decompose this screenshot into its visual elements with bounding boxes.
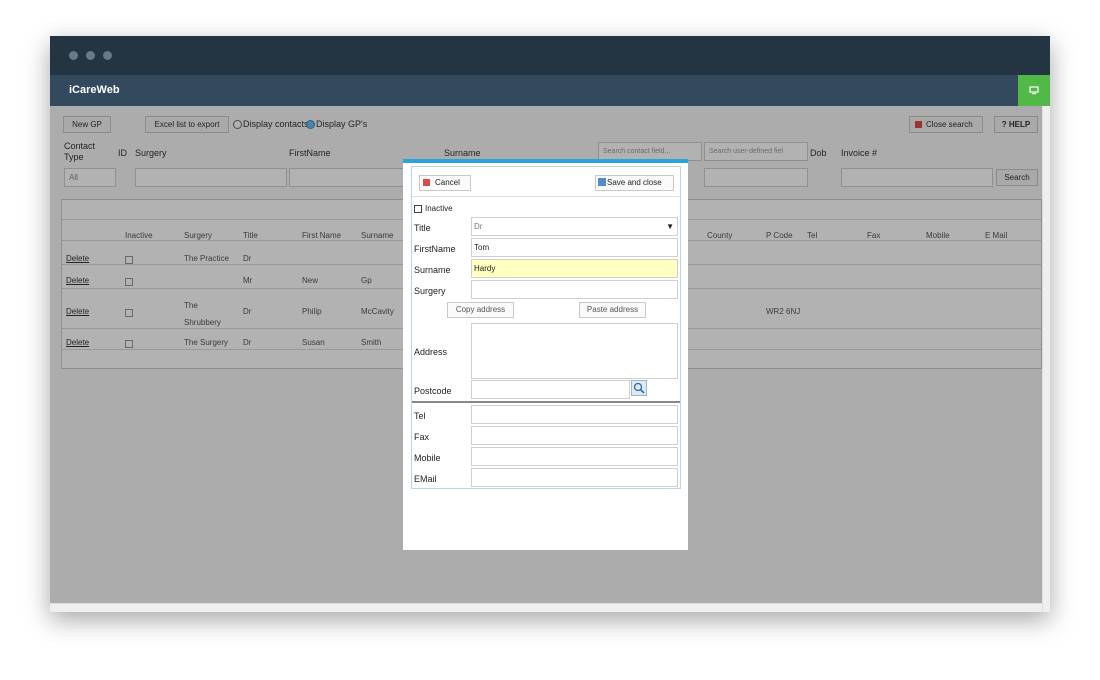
- title-label: Title: [414, 223, 431, 233]
- inactive-label: Inactive: [425, 204, 453, 213]
- window-dot-close[interactable]: [69, 51, 78, 60]
- app-header: iCareWeb: [50, 75, 1050, 106]
- fax-input[interactable]: [471, 426, 678, 445]
- vertical-scrollbar[interactable]: [1042, 106, 1050, 612]
- firstname-input[interactable]: Tom: [471, 238, 678, 257]
- mobile-label: Mobile: [414, 453, 441, 463]
- surgery-input[interactable]: [471, 280, 678, 299]
- tel-label: Tel: [414, 411, 426, 421]
- email-input[interactable]: [471, 468, 678, 487]
- cancel-label: Cancel: [435, 178, 460, 187]
- form-divider: [412, 196, 680, 197]
- chevron-down-icon: ▼: [666, 222, 674, 231]
- cancel-button[interactable]: Cancel: [419, 175, 471, 191]
- search-icon: [633, 382, 645, 394]
- tel-input[interactable]: [471, 405, 678, 424]
- horizontal-scrollbar[interactable]: [50, 603, 1042, 612]
- window-dot-minimize[interactable]: [86, 51, 95, 60]
- surname-label: Surname: [414, 265, 451, 275]
- address-textarea[interactable]: [471, 323, 678, 379]
- window-dot-maximize[interactable]: [103, 51, 112, 60]
- edit-gp-dialog: Cancel Save and close Inactive Title Dr …: [403, 159, 688, 550]
- fax-label: Fax: [414, 432, 430, 442]
- form-section-divider: [412, 401, 680, 403]
- title-value: Dr: [474, 222, 483, 231]
- postcode-lookup-button[interactable]: [631, 380, 647, 396]
- save-label: Save and close: [607, 178, 662, 187]
- postcode-input[interactable]: [471, 380, 630, 399]
- address-label: Address: [414, 347, 448, 357]
- monitor-icon: [1029, 86, 1039, 95]
- title-select[interactable]: Dr ▼: [471, 217, 678, 236]
- save-and-close-button[interactable]: Save and close: [595, 175, 674, 191]
- window-titlebar: [50, 36, 1050, 75]
- surgery-label: Surgery: [414, 286, 446, 296]
- paste-address-button[interactable]: Paste address: [579, 302, 646, 318]
- surname-input[interactable]: Hardy: [471, 259, 678, 278]
- email-label: EMail: [414, 474, 437, 484]
- inactive-checkbox[interactable]: [414, 205, 422, 213]
- screen-toggle-button[interactable]: [1018, 75, 1050, 106]
- postcode-label: Postcode: [414, 386, 452, 396]
- firstname-label: FirstName: [414, 244, 456, 254]
- save-icon: [598, 178, 606, 186]
- edit-gp-form: Cancel Save and close Inactive Title Dr …: [411, 166, 681, 489]
- cancel-icon: [423, 179, 430, 186]
- app-title: iCareWeb: [69, 84, 120, 96]
- mobile-input[interactable]: [471, 447, 678, 466]
- copy-address-button[interactable]: Copy address: [447, 302, 514, 318]
